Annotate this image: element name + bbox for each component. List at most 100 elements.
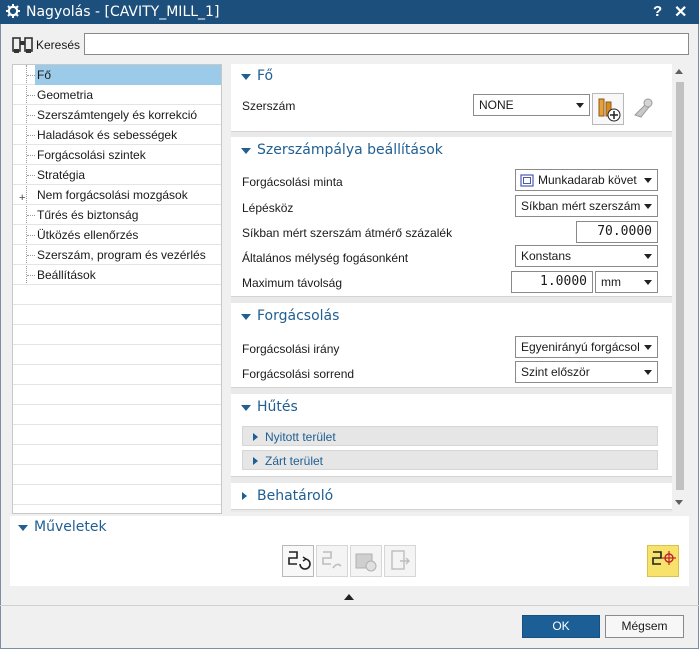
- tool-label: Szerszám: [242, 99, 296, 113]
- collapse-icon[interactable]: [241, 74, 251, 80]
- footer-divider: [0, 605, 699, 606]
- tree-empty-row: [13, 345, 221, 365]
- dropdown-value: NONE: [479, 98, 514, 112]
- chevron-down-icon: [644, 254, 652, 259]
- subsection-label: Zárt terület: [265, 454, 324, 468]
- expand-icon: [253, 433, 258, 441]
- collapse-icon[interactable]: [241, 148, 251, 154]
- tree-connector: [27, 235, 35, 236]
- tree-connector: [27, 155, 35, 156]
- tree-item-haladasok[interactable]: Haladások és sebességek: [13, 125, 221, 145]
- subsection-closed-area[interactable]: Zárt terület: [242, 450, 658, 470]
- order-dropdown[interactable]: Szint először: [515, 361, 658, 383]
- expand-icon[interactable]: [242, 492, 247, 500]
- tree-item-label: Ütközés ellenőrzés: [37, 228, 139, 242]
- pattern-dropdown[interactable]: Munkadarab követ: [515, 169, 658, 191]
- chevron-down-icon: [644, 345, 652, 350]
- section-fo: Fő Szerszám NONE: [231, 64, 672, 132]
- section-title: Hűtés: [257, 399, 298, 415]
- replay-icon[interactable]: [316, 545, 348, 577]
- subsection-open-area[interactable]: Nyitott terület: [242, 426, 658, 446]
- tree-item-strategia[interactable]: Stratégia: [13, 165, 221, 185]
- dropdown-value: Szint először: [521, 365, 590, 379]
- section-limiter: Behatároló: [231, 483, 672, 510]
- collapse-icon[interactable]: [241, 405, 251, 411]
- tree-item-label: Nem forgácsolási mozgások: [37, 188, 188, 202]
- tree-empty-row: [13, 405, 221, 425]
- direction-dropdown[interactable]: Egyenirányú forgácsol: [515, 336, 658, 358]
- tree-empty-row: [13, 425, 221, 445]
- follow-part-icon: [520, 174, 534, 190]
- tree-empty-row: [13, 285, 221, 305]
- collapse-icon[interactable]: [18, 525, 28, 531]
- scroll-up-icon[interactable]: [675, 69, 683, 74]
- section-title: Forgácsolás: [257, 308, 340, 324]
- tree-empty-row: [13, 385, 221, 405]
- tree-item-szerszamtengely[interactable]: Szerszámtengely és korrekció: [13, 105, 221, 125]
- expand-icon[interactable]: +: [19, 192, 25, 204]
- toolpath-display-icon[interactable]: [647, 545, 679, 577]
- tree-item-nem-forgacsolasi[interactable]: Nem forgácsolási mozgások: [13, 185, 221, 205]
- section-title: Szerszámpálya beállítások: [257, 142, 443, 158]
- tree-item-utkozes[interactable]: Ütközés ellenőrzés: [13, 225, 221, 245]
- section-cutting: Forgácsolás Forgácsolási irány Egyenirán…: [231, 303, 672, 388]
- percent-label: Síkban mért szerszám átmérő százalék: [242, 226, 453, 240]
- tree-connector: [27, 115, 35, 116]
- gear-icon: [6, 4, 20, 21]
- tree-connector: [27, 275, 35, 276]
- tree-item-label: Stratégia: [37, 168, 86, 182]
- tree-item-label: Szerszámtengely és korrekció: [37, 108, 198, 122]
- collapse-icon[interactable]: [241, 314, 251, 320]
- tool-edit-icon[interactable]: [627, 93, 659, 125]
- generate-icon[interactable]: [282, 545, 314, 577]
- tree-item-fo[interactable]: Fő: [13, 65, 221, 85]
- chevron-down-icon: [644, 370, 652, 375]
- help-button[interactable]: ?: [653, 3, 662, 20]
- tree-item-label: Szerszám, program és vezérlés: [37, 248, 206, 262]
- chevron-down-icon: [576, 103, 584, 108]
- tree-item-geometria[interactable]: Geometria: [13, 85, 221, 105]
- title-bar: Nagyolás - [CAVITY_MILL_1] ? ✕: [0, 0, 699, 24]
- tree-connector: [27, 135, 35, 136]
- section-title: Behatároló: [257, 488, 334, 504]
- tree-item-tures[interactable]: Tűrés és biztonság: [13, 205, 221, 225]
- verify-icon[interactable]: [350, 545, 382, 577]
- tree-item-beallitasok[interactable]: Beállítások: [13, 265, 221, 285]
- maxdist-label: Maximum távolság: [242, 276, 343, 290]
- expand-icon: [253, 457, 258, 465]
- section-cooling: Hűtés Nyitott terület Zárt terület: [231, 394, 672, 477]
- collapse-arrow-icon[interactable]: [344, 594, 354, 600]
- tree-connector: [27, 255, 35, 256]
- percent-input[interactable]: 70.0000: [576, 221, 658, 243]
- tool-dropdown[interactable]: NONE: [473, 94, 590, 116]
- window-title: Nagyolás - [CAVITY_MILL_1]: [26, 4, 220, 20]
- tree-item-forgacsolasi-szintek[interactable]: Forgácsolási szintek: [13, 145, 221, 165]
- step-dropdown[interactable]: Síkban mért szerszám: [515, 195, 658, 217]
- tree-item-label: Tűrés és biztonság: [37, 208, 139, 222]
- unit-dropdown[interactable]: mm: [595, 271, 658, 293]
- chevron-down-icon: [644, 280, 652, 285]
- search-label: Keresés: [36, 38, 81, 52]
- list-icon[interactable]: [384, 545, 416, 577]
- ok-button[interactable]: OK: [522, 615, 600, 638]
- new-tool-icon[interactable]: [592, 93, 624, 125]
- panel-scrollbar[interactable]: [672, 64, 687, 512]
- scroll-thumb[interactable]: [676, 82, 684, 490]
- tree-connector: [27, 175, 35, 176]
- pattern-label: Forgácsolási minta: [242, 175, 343, 189]
- cancel-button[interactable]: Mégsem: [605, 615, 684, 638]
- chevron-down-icon: [644, 178, 652, 183]
- tree-item-szerszam-program[interactable]: Szerszám, program és vezérlés: [13, 245, 221, 265]
- settings-panel: Fő Szerszám NONE Szerszámpálya beállítás…: [231, 64, 672, 512]
- depth-dropdown[interactable]: Konstans: [515, 245, 658, 267]
- maxdist-input[interactable]: 1.0000: [511, 271, 593, 293]
- dropdown-value: Munkadarab követ: [538, 173, 637, 187]
- scroll-down-icon[interactable]: [675, 500, 683, 505]
- dropdown-value: Konstans: [521, 249, 572, 263]
- search-input[interactable]: [84, 33, 689, 55]
- section-toolpath: Szerszámpálya beállítások Forgácsolási m…: [231, 137, 672, 297]
- tree-empty-row: [13, 365, 221, 385]
- step-label: Lépésköz: [242, 201, 294, 215]
- close-button[interactable]: ✕: [674, 2, 687, 22]
- tree-item-label: Haladások és sebességek: [37, 128, 178, 142]
